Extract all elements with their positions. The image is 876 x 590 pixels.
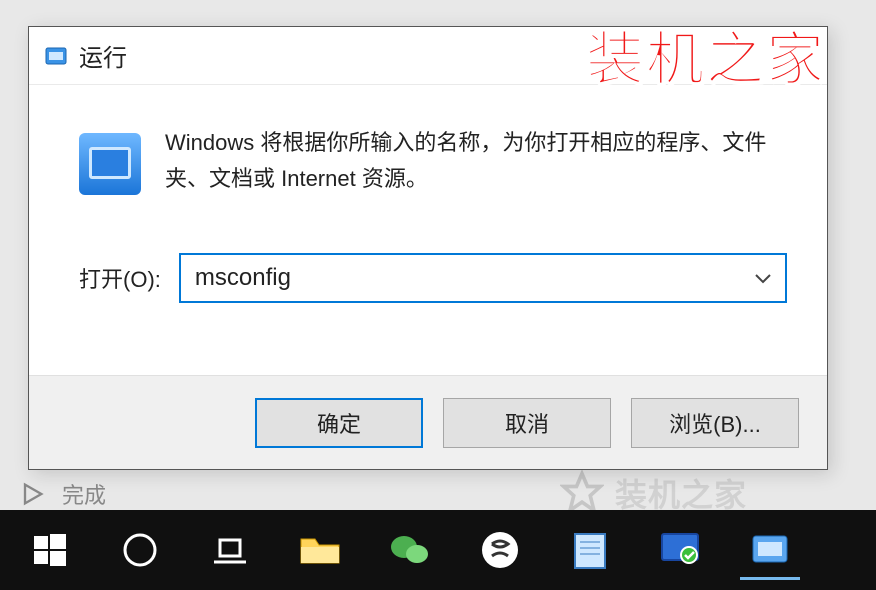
- notepad-icon: [571, 530, 609, 570]
- browser-button[interactable]: [470, 520, 530, 580]
- open-input[interactable]: [181, 255, 741, 301]
- background-done-text: 完成: [62, 478, 106, 510]
- task-view-button[interactable]: [200, 520, 260, 580]
- cancel-button[interactable]: 取消: [443, 398, 611, 448]
- open-label: 打开(O):: [79, 262, 161, 294]
- ok-button[interactable]: 确定: [255, 398, 423, 448]
- browse-button[interactable]: 浏览(B)...: [631, 398, 799, 448]
- wechat-button[interactable]: [380, 520, 440, 580]
- taskbar: [0, 510, 876, 590]
- run-dialog: 运行 ✕ Windows 将根据你所输入的名称，为你打开相应的程序、文件夹、文档…: [28, 26, 828, 470]
- run-dialog-title-icon: [43, 43, 69, 69]
- dialog-footer: 确定 取消 浏览(B)...: [29, 375, 827, 469]
- start-button[interactable]: [20, 520, 80, 580]
- close-icon: ✕: [780, 39, 803, 72]
- background-status-row: 完成: [18, 478, 106, 510]
- circle-icon: [122, 532, 158, 568]
- close-button[interactable]: ✕: [765, 34, 819, 78]
- titlebar: 运行 ✕: [29, 27, 827, 85]
- run-taskbar-icon: [749, 532, 791, 566]
- chevron-down-icon: [754, 272, 772, 284]
- run-taskbar-button[interactable]: [740, 520, 800, 580]
- windows-logo-icon: [32, 532, 68, 568]
- sogou-icon: [480, 530, 520, 570]
- cortana-button[interactable]: [110, 520, 170, 580]
- run-large-icon: [79, 133, 141, 195]
- file-explorer-button[interactable]: [290, 520, 350, 580]
- dialog-description: Windows 将根据你所输入的名称，为你打开相应的程序、文件夹、文档或 Int…: [165, 125, 787, 197]
- notepad-button[interactable]: [560, 520, 620, 580]
- wechat-icon: [389, 532, 431, 568]
- dialog-title: 运行: [79, 38, 127, 73]
- monitor-icon: [659, 531, 701, 569]
- monitor-app-button[interactable]: [650, 520, 710, 580]
- task-view-icon: [210, 534, 250, 566]
- dialog-body: Windows 将根据你所输入的名称，为你打开相应的程序、文件夹、文档或 Int…: [29, 85, 827, 375]
- background-star-icon: [560, 470, 604, 514]
- dropdown-toggle[interactable]: [741, 255, 785, 301]
- open-combobox[interactable]: [179, 253, 787, 303]
- folder-icon: [299, 533, 341, 567]
